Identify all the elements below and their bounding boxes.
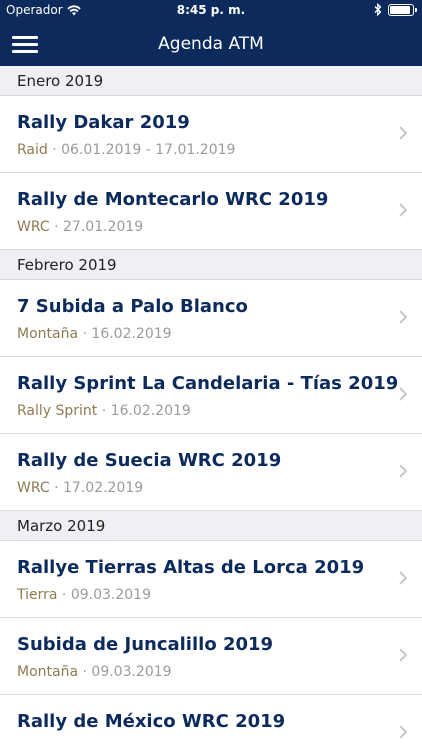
event-name: Rally Dakar 2019	[17, 112, 190, 133]
event-date: 16.02.2019	[110, 403, 191, 419]
event-meta: WRC · 27.01.2019	[17, 219, 143, 235]
event-list: Enero 2019 Rally Dakar 2019 Raid · 06.01.2…	[0, 66, 422, 750]
event-meta: Tierra · 09.03.2019	[17, 587, 151, 603]
status-time: 8:45 p. m.	[176, 3, 246, 17]
chevron-right-icon	[399, 203, 408, 217]
event-meta: Raid · 06.01.2019 - 17.01.2019	[17, 142, 235, 158]
event-name: Rally de Suecia WRC 2019	[17, 450, 282, 471]
event-date: 17.02.2019	[63, 480, 144, 496]
event-name: 7 Subida a Palo Blanco	[17, 296, 248, 317]
meta-separator: ·	[49, 480, 64, 496]
chevron-right-icon	[399, 648, 408, 662]
page-title: Agenda ATM	[158, 34, 264, 54]
event-meta: WRC · 17.02.2019	[17, 480, 143, 496]
event-row[interactable]: Rally de Suecia WRC 2019 WRC · 17.02.2019	[0, 434, 422, 511]
meta-separator: ·	[47, 142, 62, 158]
chevron-right-icon	[399, 310, 408, 324]
section-header: Marzo 2019	[0, 511, 422, 541]
chevron-right-icon	[399, 464, 408, 478]
event-meta: Montaña · 09.03.2019	[17, 664, 172, 680]
event-date: 09.03.2019	[70, 587, 151, 603]
event-date: 27.01.2019	[63, 219, 144, 235]
event-meta: Montaña · 16.02.2019	[17, 326, 172, 342]
event-meta: Rally Sprint · 16.02.2019	[17, 403, 191, 419]
chevron-right-icon	[399, 571, 408, 585]
event-type: WRC	[17, 480, 50, 496]
event-name: Rally Sprint La Candelaria - Tías 2019	[17, 373, 399, 394]
event-type: WRC	[17, 219, 50, 235]
section-header: Febrero 2019	[0, 250, 422, 280]
event-type: Rally Sprint	[17, 403, 98, 419]
navigation-bar: Agenda ATM	[0, 22, 422, 66]
meta-separator: ·	[49, 219, 64, 235]
bluetooth-icon	[374, 3, 382, 16]
meta-separator: ·	[57, 587, 71, 603]
meta-separator: ·	[97, 403, 111, 419]
event-row[interactable]: 7 Subida a Palo Blanco Montaña · 16.02.20…	[0, 280, 422, 357]
event-name: Rallye Tierras Altas de Lorca 2019	[17, 557, 365, 578]
event-type: Tierra	[17, 587, 58, 603]
event-name: Rally de Montecarlo WRC 2019	[17, 189, 329, 210]
event-row[interactable]: Rally de México WRC 2019	[0, 695, 422, 750]
event-type: Montaña	[17, 326, 79, 342]
event-date: 06.01.2019 - 17.01.2019	[61, 142, 236, 158]
chevron-right-icon	[399, 725, 408, 739]
event-date: 09.03.2019	[91, 664, 172, 680]
event-date: 16.02.2019	[91, 326, 172, 342]
meta-separator: ·	[78, 664, 92, 680]
event-name: Subida de Juncalillo 2019	[17, 634, 274, 655]
event-row[interactable]: Rally de Montecarlo WRC 2019 WRC · 27.01.…	[0, 173, 422, 250]
event-name: Rally de México WRC 2019	[17, 711, 286, 732]
event-row[interactable]: Rally Sprint La Candelaria - Tías 2019 Ra…	[0, 357, 422, 434]
status-bar: Operador 8:45 p. m.	[0, 0, 422, 22]
event-type: Raid	[17, 142, 48, 158]
chevron-right-icon	[399, 387, 408, 401]
event-row[interactable]: Subida de Juncalillo 2019 Montaña · 09.03…	[0, 618, 422, 695]
event-row[interactable]: Rallye Tierras Altas de Lorca 2019 Tierra…	[0, 541, 422, 618]
event-type: Montaña	[17, 664, 79, 680]
meta-separator: ·	[78, 326, 92, 342]
chevron-right-icon	[399, 126, 408, 140]
battery-icon	[388, 4, 417, 16]
top-bar: Operador 8:45 p. m. Agenda ATM	[0, 0, 422, 66]
section-header: Enero 2019	[0, 66, 422, 96]
event-row[interactable]: Rally Dakar 2019 Raid · 06.01.2019 - 17.0…	[0, 96, 422, 173]
